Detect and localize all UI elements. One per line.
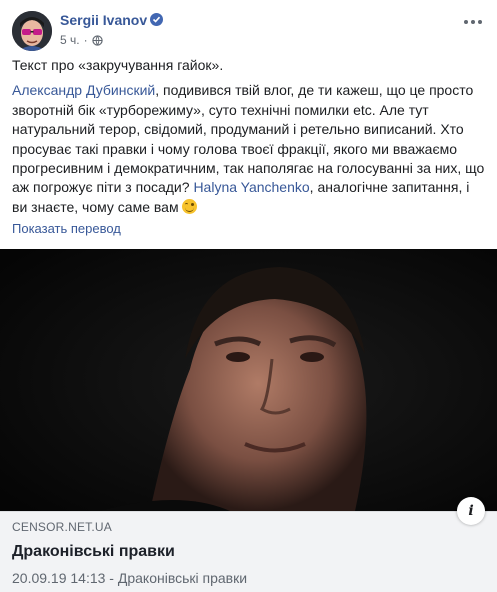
post-text-paragraph: Александр Дубинский, подивився твій влог… — [12, 81, 487, 217]
mention-link[interactable]: Александр Дубинский — [12, 82, 155, 98]
link-description: 20.09.19 14:13 - Драконівські правки — [12, 570, 248, 586]
mention-link[interactable]: Halyna Yanchenko — [193, 179, 309, 195]
more-options-icon[interactable] — [461, 12, 485, 32]
link-preview-footer[interactable]: CENSOR.NET.UA Драконівські правки 20.09.… — [0, 511, 497, 592]
post-header: Sergii Ivanov 5 ч. · — [0, 0, 497, 52]
verified-badge-icon — [150, 13, 163, 26]
avatar-illustration-icon — [12, 11, 52, 51]
post-timestamp[interactable]: 5 ч. — [60, 33, 80, 47]
globe-icon[interactable] — [91, 34, 103, 46]
post-text-line: Текст про «закручування гайок». — [12, 57, 224, 73]
link-preview-image[interactable] — [0, 249, 497, 511]
post-text: Текст про «закручування гайок». Александ… — [12, 56, 487, 223]
portrait-photo-image — [0, 249, 497, 511]
info-icon[interactable]: i — [457, 497, 485, 525]
post-meta: 5 ч. · — [60, 33, 103, 47]
author-name[interactable]: Sergii Ivanov — [60, 12, 147, 28]
link-domain: CENSOR.NET.UA — [12, 520, 112, 534]
avatar[interactable] — [12, 11, 52, 51]
link-preview-card[interactable]: i CENSOR.NET.UA Драконівські правки 20.0… — [0, 249, 497, 592]
winking-face-emoji-icon — [182, 198, 198, 214]
separator-dot: · — [83, 33, 88, 47]
link-title[interactable]: Драконівські правки — [12, 543, 485, 561]
show-translation-link[interactable]: Показать перевод — [12, 221, 121, 236]
